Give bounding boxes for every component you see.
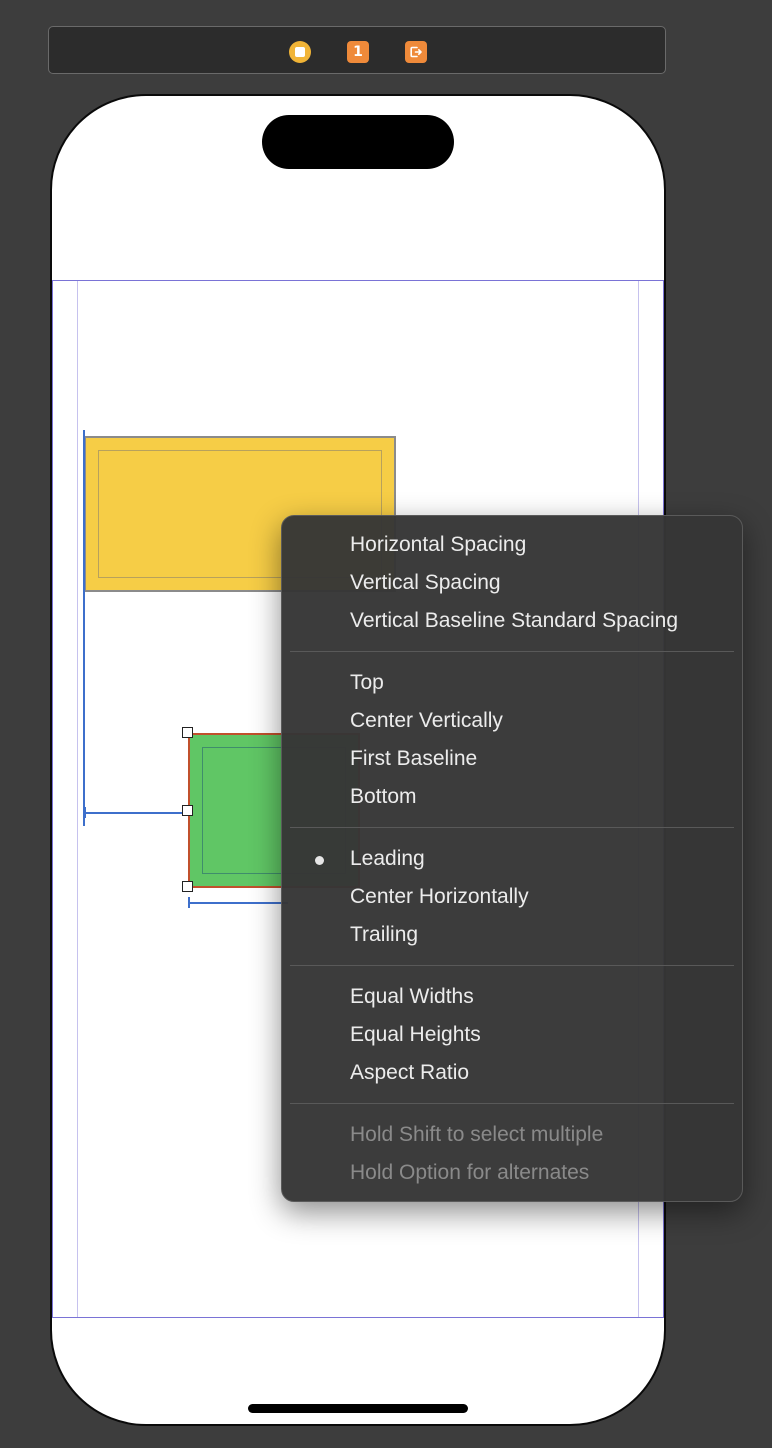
leading-constraint-end-cap [84,807,86,818]
resize-handle-top-left[interactable] [182,727,193,738]
menu-hint-option: Hold Option for alternates [350,1161,590,1184]
exit-icon-glyph [410,46,422,58]
menu-item-leading[interactable]: Leading [282,840,742,878]
view-controller-icon-glyph [295,47,305,57]
width-indicator-line [188,902,288,904]
align-constraints-context-menu: Horizontal Spacing Vertical Spacing Vert… [281,515,743,1202]
menu-item-top[interactable]: Top [282,664,742,702]
width-indicator-cap [188,897,190,908]
menu-item-center-vertically[interactable]: Center Vertically [282,702,742,740]
menu-item-first-baseline[interactable]: First Baseline [282,740,742,778]
leading-constraint-vertical-line [83,430,85,826]
menu-separator [290,1103,734,1104]
exit-icon[interactable] [405,41,427,63]
menu-item-trailing[interactable]: Trailing [282,916,742,954]
home-indicator [248,1404,468,1413]
menu-item-equal-widths[interactable]: Equal Widths [282,978,742,1016]
menu-item-vertical-spacing[interactable]: Vertical Spacing [282,564,742,602]
menu-separator [290,651,734,652]
menu-separator [290,827,734,828]
resize-handle-bottom-left[interactable] [182,881,193,892]
menu-item-center-horizontally[interactable]: Center Horizontally [282,878,742,916]
menu-item-horizontal-spacing[interactable]: Horizontal Spacing [282,526,742,564]
checked-bullet-icon [315,856,324,865]
menu-hint-shift: Hold Shift to select multiple [350,1123,604,1146]
menu-item-leading-label: Leading [350,847,425,870]
leading-constraint-line[interactable] [84,812,188,814]
resize-handle-middle-left[interactable] [182,805,193,816]
dynamic-island [262,115,454,169]
scene-dock: 1 [48,26,666,74]
view-controller-icon[interactable] [289,41,311,63]
menu-separator [290,965,734,966]
menu-item-aspect-ratio[interactable]: Aspect Ratio [282,1054,742,1092]
menu-item-bottom[interactable]: Bottom [282,778,742,816]
menu-item-equal-heights[interactable]: Equal Heights [282,1016,742,1054]
menu-item-vertical-baseline-standard-spacing[interactable]: Vertical Baseline Standard Spacing [282,602,742,640]
first-responder-icon[interactable]: 1 [347,41,369,63]
